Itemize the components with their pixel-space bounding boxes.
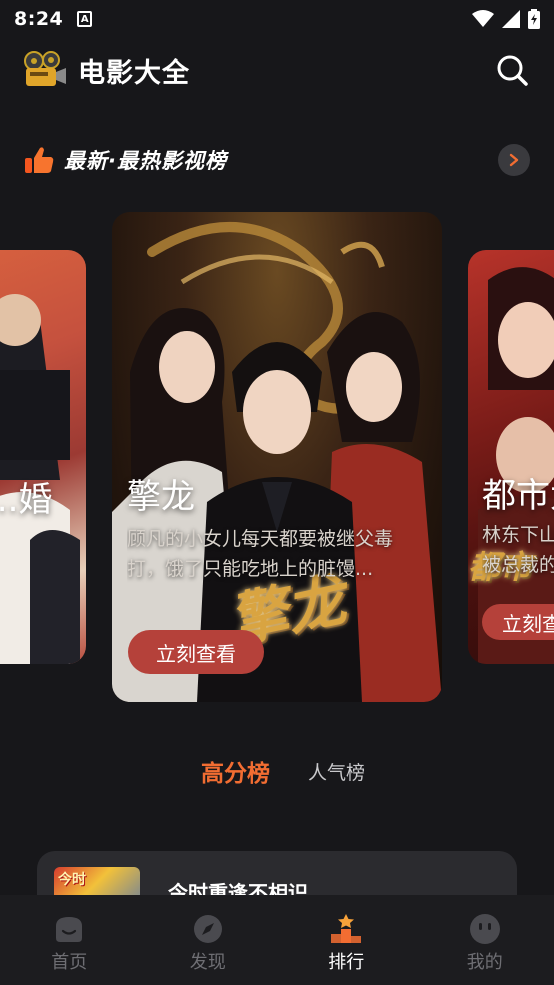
film-projector-icon (22, 50, 68, 90)
search-icon (497, 55, 528, 86)
signal-icon (502, 10, 520, 28)
tab-high-score[interactable]: 高分榜 (189, 754, 270, 788)
section-more-button[interactable] (498, 144, 530, 176)
notification-icon: A (77, 11, 93, 27)
carousel-card-left[interactable]: ...婚 (0, 250, 86, 664)
section-title: 最新·最热影视榜 (64, 149, 227, 173)
right-card-art (478, 267, 554, 664)
nav-profile[interactable]: 我的 (416, 895, 554, 985)
battery-icon (528, 9, 540, 29)
nav-home-label: 首页 (51, 952, 88, 973)
left-card-title: ...婚 (0, 480, 53, 520)
app-header: 电影大全 (0, 44, 554, 96)
thumbs-up-icon (25, 147, 54, 173)
nav-ranking-label: 排行 (328, 952, 365, 973)
center-view-now-button[interactable]: 立刻查看 (128, 630, 264, 674)
home-icon (52, 913, 86, 945)
nav-discover-label: 发现 (189, 952, 226, 973)
bottom-navigation: 首页 发现 排行 我的 (0, 895, 554, 985)
left-card-art (0, 294, 80, 664)
ranking-tabs: 高分榜 人气榜 (0, 748, 554, 794)
profile-icon (468, 913, 502, 945)
right-card-title: 都市太 (482, 476, 554, 516)
status-time: 8:24 (14, 8, 64, 30)
podium-icon (329, 913, 363, 945)
nav-ranking[interactable]: 排行 (277, 895, 416, 985)
search-button[interactable] (492, 50, 532, 90)
thumbnail-text: 今时 (58, 872, 86, 888)
carousel-card-center[interactable]: 擎龙 擎龙 顾凡的小女儿每天都要被继父毒打，饿了只能吃地上的脏馒... 立刻查看 (112, 212, 442, 702)
right-card-description: 林东下山 被总裁的 (482, 524, 554, 576)
featured-carousel[interactable]: ...婚 擎龙 擎龙 顾凡的小女儿每天都要被继父毒打，饿了只能吃地上的脏馒...… (0, 212, 554, 704)
nav-discover[interactable]: 发现 (139, 895, 278, 985)
tab-popularity[interactable]: 人气榜 (308, 758, 365, 785)
chevron-right-icon (509, 153, 519, 167)
status-bar: 8:24 A (0, 0, 554, 38)
wifi-icon (472, 10, 494, 27)
right-view-now-button[interactable]: 立刻查 (482, 604, 554, 640)
center-card-description: 顾凡的小女儿每天都要被继父毒打，饿了只能吃地上的脏馒... (127, 528, 394, 580)
status-icons (472, 9, 540, 29)
hot-list-section-header: 最新·最热影视榜 (0, 138, 554, 182)
nav-home[interactable]: 首页 (0, 895, 139, 985)
carousel-card-right[interactable]: 都市 都市太 林东下山 被总裁的 立刻查 (468, 250, 554, 664)
nav-profile-label: 我的 (466, 952, 503, 973)
app-title: 电影大全 (78, 57, 190, 89)
compass-icon (191, 913, 225, 945)
center-card-title: 擎龙 (127, 477, 195, 517)
